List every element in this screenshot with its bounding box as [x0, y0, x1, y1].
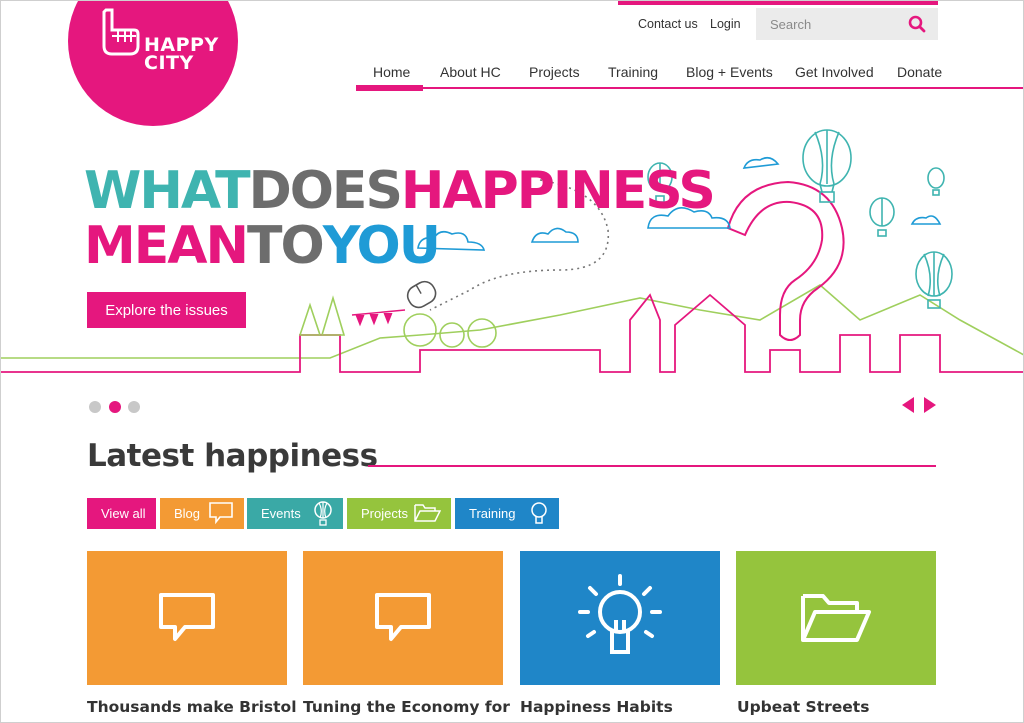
logo-text-line: CITY	[144, 52, 194, 74]
hero-headline-line-1: WHATDOESHAPPINESS	[84, 161, 716, 221]
filter-events[interactable]: Events	[247, 498, 343, 529]
card-title[interactable]: Tuning the Economy for	[303, 698, 510, 716]
filter-projects[interactable]: Projects	[347, 498, 451, 529]
filter-label: Projects	[361, 506, 408, 521]
filter-label: Blog	[174, 506, 201, 521]
section-rule	[368, 465, 936, 467]
speech-bubble-icon	[375, 593, 431, 641]
balloon-icon	[314, 501, 332, 526]
logo-text: HAPPY CITY	[144, 36, 219, 74]
card-title[interactable]: Thousands make Bristol	[87, 698, 297, 716]
search-input[interactable]	[756, 8, 896, 40]
slider-prev-icon[interactable]	[900, 396, 916, 414]
filter-label: Events	[261, 506, 301, 521]
nav-active-indicator	[356, 85, 423, 91]
card-thumbnail[interactable]	[87, 551, 287, 685]
filter-view-all[interactable]: View all	[87, 498, 156, 529]
search-icon[interactable]	[908, 15, 926, 33]
nav-donate[interactable]: Donate	[897, 64, 942, 80]
filter-blog[interactable]: Blog	[160, 498, 244, 529]
card-title[interactable]: Happiness Habits	[520, 698, 673, 716]
search-box	[756, 8, 938, 40]
speech-bubble-icon	[159, 593, 215, 641]
slider-next-icon[interactable]	[922, 396, 938, 414]
hero-word: WHAT	[84, 161, 251, 221]
filter-label: Training	[469, 506, 516, 521]
hero-word: DOES	[248, 161, 403, 221]
lightbulb-icon	[531, 502, 547, 524]
slider-dot[interactable]	[128, 401, 140, 413]
nav-blog-events[interactable]: Blog + Events	[686, 64, 773, 80]
nav-training[interactable]: Training	[608, 64, 658, 80]
card-thumbnail[interactable]	[736, 551, 936, 685]
nav-projects[interactable]: Projects	[529, 64, 580, 80]
card-title[interactable]: Upbeat Streets	[737, 698, 869, 716]
hero-word: YOU	[322, 216, 441, 276]
card-thumbnail[interactable]	[303, 551, 503, 685]
nav-underline	[356, 87, 1024, 89]
speech-bubble-icon	[209, 502, 233, 525]
latest-happiness-title: Latest happiness	[87, 438, 378, 474]
folder-icon	[801, 594, 871, 642]
top-accent-bar	[618, 0, 938, 5]
login-link[interactable]: Login	[710, 17, 741, 31]
hero-word: MEAN	[84, 216, 249, 276]
card-thumbnail[interactable]	[520, 551, 720, 685]
contact-us-link[interactable]: Contact us	[638, 17, 698, 31]
hand-icon	[102, 8, 140, 56]
hero-word: TO	[247, 216, 325, 276]
slider-dot-active[interactable]	[109, 401, 121, 413]
slider-dot[interactable]	[89, 401, 101, 413]
nav-get-involved[interactable]: Get Involved	[795, 64, 874, 80]
lightbulb-icon	[578, 574, 662, 654]
happy-city-logo[interactable]: HAPPY CITY	[68, 0, 238, 126]
explore-issues-button[interactable]: Explore the issues	[87, 292, 246, 328]
nav-about-hc[interactable]: About HC	[440, 64, 501, 80]
folder-icon	[414, 504, 441, 522]
hero-word: HAPPINESS	[400, 161, 716, 221]
hero-headline-line-2: MEANTOYOU	[84, 216, 441, 276]
filter-training[interactable]: Training	[455, 498, 559, 529]
nav-home[interactable]: Home	[373, 64, 410, 80]
filter-label: View all	[101, 506, 146, 521]
